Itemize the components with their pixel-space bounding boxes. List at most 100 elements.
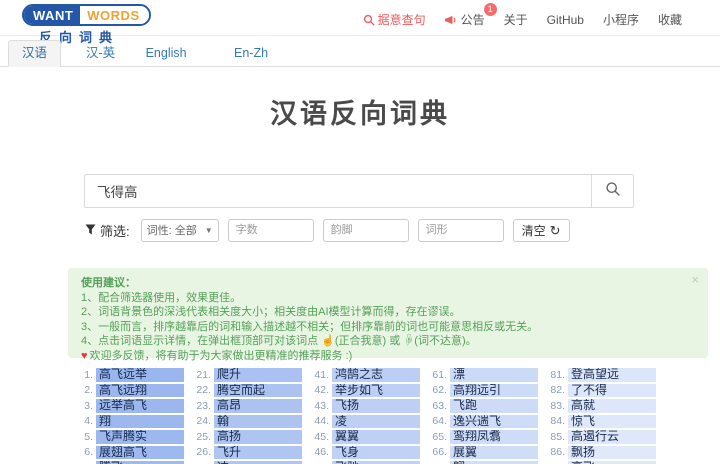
usage-tip-line: 4、点击词语显示详情，在弹出框顶部可对该词点 ☝(正合我意) 或 ☟(词不达意)… (81, 335, 477, 348)
close-icon[interactable]: × (691, 273, 699, 286)
result-word[interactable]: 鸾翔凤翥 (450, 430, 538, 444)
result-word[interactable]: 展翅高飞 (96, 445, 184, 459)
result-item: 25. 高扬 (188, 430, 302, 444)
search-input[interactable] (85, 175, 591, 207)
result-word[interactable]: 展翼 (450, 445, 538, 459)
result-word[interactable]: 高遏行云 (568, 430, 656, 444)
result-word[interactable]: 翔 (96, 414, 184, 428)
result-rank: 2. (84, 384, 93, 397)
result-word[interactable]: 凌 (332, 414, 420, 428)
results-column: 41.鸿鹄之志42.举步如飞43.飞扬44.凌45.翼翼46.飞身47.飞驰 (306, 368, 420, 464)
logo-pill: WANT WORDS (22, 4, 151, 26)
result-word[interactable]: 远举高飞 (96, 399, 184, 413)
result-rank: 64. (432, 415, 447, 428)
result-rank: 43. (314, 399, 329, 412)
result-word[interactable]: 惊飞 (568, 414, 656, 428)
result-rank: 84. (550, 415, 565, 428)
rhyme-input[interactable] (322, 218, 409, 242)
result-item: 41. 鸿鹄之志 (306, 368, 420, 382)
result-item: 44. 凌 (306, 414, 420, 428)
result-item: 61. 漂 (424, 368, 538, 382)
word-shape-input[interactable] (417, 218, 504, 242)
menu-item-label: 收藏 (657, 13, 682, 27)
page-title: 汉语反向词典 (270, 99, 450, 130)
result-item: 64. 逸兴遄飞 (424, 414, 538, 428)
usage-tip-line: 2、词语背景色的深浅代表相关度大小；相关度由AI模型计算而得，存在谬误。 (81, 306, 461, 319)
result-rank: 46. (314, 446, 329, 459)
result-word[interactable]: 了不得 (568, 383, 656, 397)
result-rank: 45. (314, 430, 329, 443)
result-word[interactable]: 高昂 (214, 399, 302, 413)
result-rank: 4. (84, 415, 93, 428)
pos-select[interactable]: 词性: 全部 ▼ (140, 218, 219, 242)
menu-item-1[interactable]: 据意查句 (363, 11, 426, 28)
result-word[interactable]: 鸿鹄之志 (332, 368, 420, 382)
menu-item-5[interactable]: 小程序 (603, 11, 639, 28)
result-word[interactable]: 登高望远 (568, 368, 656, 382)
result-item: 5. 飞声腾实 (70, 430, 184, 444)
menu-item-label: GitHub (546, 12, 584, 27)
result-rank: 44. (314, 415, 329, 428)
result-word[interactable]: 爬升 (214, 368, 302, 382)
menu-item-6[interactable]: 收藏 (658, 11, 682, 28)
result-item: 66. 展翼 (424, 445, 538, 459)
result-rank: 86. (550, 446, 565, 459)
result-word[interactable]: 飞跑 (450, 399, 538, 413)
menu-item-4[interactable]: GitHub (547, 13, 584, 27)
result-word[interactable]: 高飞远翔 (96, 383, 184, 397)
usage-tips-lines: 1、配合筛选器使用，效果更佳。 2、词语背景色的深浅代表相关度大小；相关度由AI模… (81, 291, 684, 349)
result-rank: 26. (196, 446, 211, 459)
usage-tip-line: 1、配合筛选器使用，效果更佳。 (81, 291, 242, 304)
menu-item-label: 关于 (503, 13, 528, 27)
result-item: 46. 飞身 (306, 445, 420, 459)
result-word[interactable]: 翰 (214, 414, 302, 428)
tab-汉语[interactable]: 汉语 (8, 40, 62, 67)
menu-item-2[interactable]: 公告 1 (444, 3, 497, 28)
result-rank: 21. (196, 368, 211, 381)
header-menu: 据意查句 公告 1 关于 GitHub 小程序 收藏 (363, 3, 682, 28)
result-word[interactable]: 逸兴遄飞 (450, 414, 538, 428)
logo-words-text: WORDS (80, 6, 149, 24)
result-rank: 61. (432, 368, 447, 381)
result-rank: 23. (196, 399, 211, 412)
menu-item-3[interactable]: 关于 (504, 11, 528, 28)
result-item: 82. 了不得 (542, 383, 656, 397)
result-word[interactable]: 飞升 (214, 445, 302, 459)
usage-tips-heart-line: ♥ 欢迎多反馈，将有助于为大家做出更精准的推荐服务 :) (81, 349, 353, 362)
search-box (84, 174, 634, 208)
tab-En-Zh[interactable]: En-Zh (220, 40, 282, 67)
result-rank: 22. (196, 384, 211, 397)
result-rank: 41. (314, 368, 329, 381)
result-word[interactable]: 高就 (568, 399, 656, 413)
results-column: 61.漂62.高翔远引63.飞跑64.逸兴遄飞65.鸾翔凤翥66.展翼67.翱 (424, 368, 538, 464)
result-item: 42. 举步如飞 (306, 383, 420, 397)
result-word[interactable]: 腾空而起 (214, 383, 302, 397)
result-word[interactable]: 飞声腾实 (96, 430, 184, 444)
result-item: 83. 高就 (542, 399, 656, 413)
result-word[interactable]: 高飞远举 (96, 368, 184, 382)
result-rank: 42. (314, 384, 329, 397)
tab-汉-英[interactable]: 汉-英 (72, 40, 129, 67)
search-button[interactable] (591, 175, 633, 207)
result-item: 84. 惊飞 (542, 414, 656, 428)
result-word[interactable]: 漂 (450, 368, 538, 382)
usage-tips-title: 使用建议： (81, 277, 136, 289)
result-item: 21. 爬升 (188, 368, 302, 382)
result-word[interactable]: 举步如飞 (332, 383, 420, 397)
notification-badge: 1 (483, 3, 497, 16)
result-item: 63. 飞跑 (424, 399, 538, 413)
menu-item-label: 据意查句 (377, 13, 426, 27)
char-count-input[interactable] (227, 218, 314, 242)
result-item: 23. 高昂 (188, 399, 302, 413)
result-word[interactable]: 飘扬 (568, 445, 656, 459)
clear-filters-button[interactable]: 清空 ↻ (512, 218, 570, 242)
logo-want-text: WANT (24, 6, 81, 24)
result-word[interactable]: 高扬 (214, 430, 302, 444)
tab-English[interactable]: English (132, 40, 201, 67)
filter-row: 筛选: 词性: 全部 ▼ 清空 ↻ (85, 218, 635, 242)
result-word[interactable]: 翼翼 (332, 430, 420, 444)
megaphone-icon (444, 14, 458, 26)
result-word[interactable]: 飞身 (332, 445, 420, 459)
result-word[interactable]: 高翔远引 (450, 383, 538, 397)
result-word[interactable]: 飞扬 (332, 399, 420, 413)
